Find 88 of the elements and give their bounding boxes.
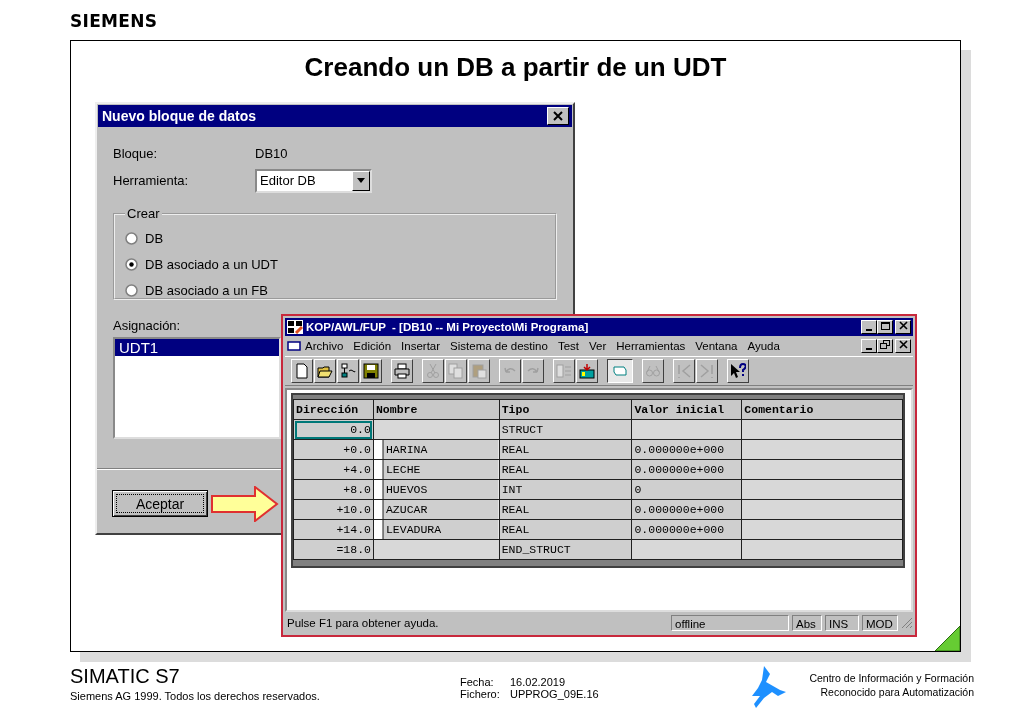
toolbar-button[interactable] <box>607 359 633 383</box>
date-label: Fecha: <box>460 676 495 688</box>
menu-item[interactable]: Insertar <box>396 340 446 352</box>
column-header: Tipo <box>499 399 632 420</box>
maximize-icon <box>879 321 891 331</box>
status-message: Pulse F1 para obtener ayuda. <box>287 617 440 629</box>
minimize-icon <box>866 329 872 331</box>
menu-item[interactable]: Ventana <box>690 340 743 352</box>
column-header: Nombre <box>373 399 500 420</box>
minimize-button[interactable] <box>861 320 877 334</box>
document-window-icon[interactable] <box>287 341 301 351</box>
arrow-icon <box>211 486 279 522</box>
tool-dropdown[interactable]: Editor DB <box>255 168 372 193</box>
corner-triangle-icon <box>935 626 960 651</box>
radio-button[interactable] <box>125 257 138 271</box>
minimize-button[interactable] <box>861 339 877 353</box>
file-value: UPPROG_09E.16 <box>510 688 600 700</box>
table-cell: 0.0 <box>293 419 374 440</box>
column-header: Valor inicial <box>631 399 742 420</box>
list-item[interactable]: UDT1 <box>115 339 279 356</box>
file-label: Fichero: <box>460 688 501 700</box>
dropdown-button[interactable] <box>352 170 370 191</box>
column-header: Dirección <box>293 399 374 420</box>
glasses-icon <box>645 363 661 379</box>
copy-icon <box>448 363 464 379</box>
dialog-title: Nuevo bloque de datos <box>102 108 256 124</box>
network-icon <box>340 363 356 379</box>
menu-item[interactable]: Sistema de destino <box>445 340 553 352</box>
menu-item[interactable]: Herramientas <box>611 340 691 352</box>
resize-grip-icon <box>901 617 913 629</box>
close-icon <box>550 109 566 123</box>
menu-item[interactable]: Ver <box>584 340 612 352</box>
close-button[interactable] <box>547 107 569 125</box>
menu-item[interactable]: Test <box>552 340 584 352</box>
table-cell: =18.0 <box>293 539 374 560</box>
page-icon <box>294 363 310 379</box>
status-field: Abs <box>792 615 822 631</box>
menu-item[interactable]: Archivo <box>301 340 349 352</box>
field-value: DB10 <box>255 146 289 161</box>
editor-title: KOP/AWL/FUP - [DB10 -- Mi Proyecto\Mi Programa] <box>306 321 590 333</box>
table-cell: +4.0 <box>293 459 374 480</box>
close-icon <box>897 321 909 331</box>
table-cell: +14.0 <box>293 519 374 540</box>
folder-icon <box>317 363 333 379</box>
download-to-device-icon <box>579 363 595 379</box>
accept-button[interactable]: Aceptar <box>112 490 208 517</box>
date-value: 16.02.2019 <box>510 676 567 688</box>
printer-icon <box>394 363 410 379</box>
restore-button[interactable] <box>877 339 893 353</box>
menu-item[interactable]: Ayuda <box>742 340 785 352</box>
previous-icon <box>676 363 692 379</box>
close-button[interactable] <box>895 320 911 334</box>
brand-logo-text: SIEMENS <box>70 11 158 31</box>
close-button[interactable] <box>895 339 911 353</box>
status-field: MOD <box>862 615 898 631</box>
scissors-icon <box>425 363 441 379</box>
radio-label[interactable]: DB <box>145 230 164 246</box>
clipboard-icon <box>471 363 487 379</box>
status-field: INS <box>825 615 859 631</box>
table-cell: +0.0 <box>293 439 374 460</box>
table-cell: +10.0 <box>293 499 374 520</box>
product-name: SIMATIC S7 <box>70 666 181 687</box>
field-label: Herramienta: <box>113 173 190 188</box>
app-icon <box>287 320 303 334</box>
radio-label[interactable]: DB asociado a un FB <box>145 282 268 298</box>
next-icon <box>699 363 715 379</box>
column-header: Comentario <box>741 399 903 420</box>
status-field: offline <box>671 615 789 631</box>
help-pointer-icon <box>730 363 746 379</box>
minimize-icon <box>866 348 872 350</box>
close-icon <box>897 340 909 350</box>
assignment-label: Asignación: <box>113 318 181 333</box>
training-center-text: Reconocido para Automatización <box>820 685 974 699</box>
restore-icon <box>879 340 891 350</box>
field-label: Bloque: <box>113 146 159 161</box>
menu-item[interactable]: Edición <box>348 340 397 352</box>
table-cell: +8.0 <box>293 479 374 500</box>
radio-label[interactable]: DB asociado a un UDT <box>145 256 278 272</box>
copyright-text: Siemens AG 1999. Todos los derechos reservados. <box>70 690 321 702</box>
running-figure-logo-icon <box>750 666 786 708</box>
caret-down-icon <box>357 178 365 183</box>
radio-button[interactable] <box>125 231 138 245</box>
group-title: Crear <box>126 206 161 221</box>
slide-title: Creando un DB a partir de un UDT <box>304 52 727 83</box>
compare-blocks-icon <box>556 363 572 379</box>
training-center-text: Centro de Información y Formación <box>809 671 974 685</box>
maximize-button[interactable] <box>877 320 893 334</box>
radio-button[interactable] <box>125 283 138 297</box>
